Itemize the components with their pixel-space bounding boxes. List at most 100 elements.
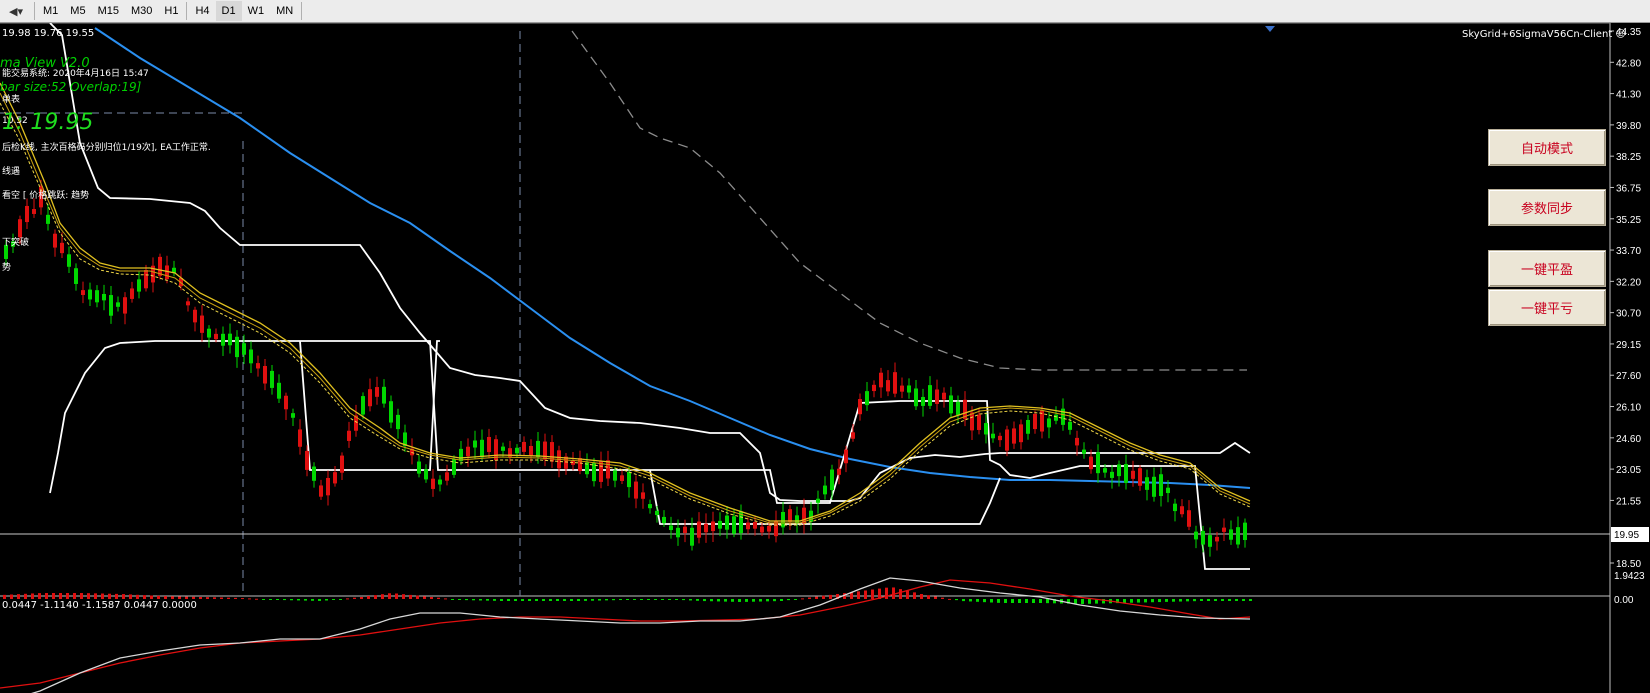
candle-bear bbox=[32, 209, 36, 214]
histogram-bar bbox=[542, 599, 545, 601]
timeframe-d1[interactable]: D1 bbox=[215, 1, 242, 21]
histogram-bar bbox=[486, 599, 489, 601]
candle-bull bbox=[1166, 487, 1170, 494]
candle-bull bbox=[1236, 527, 1240, 545]
candle-bear bbox=[347, 430, 351, 441]
timeframe-h4[interactable]: H4 bbox=[189, 1, 215, 21]
histogram-bar bbox=[227, 597, 230, 599]
histogram-bar bbox=[1186, 599, 1189, 602]
histogram-bar bbox=[682, 599, 685, 601]
toolbar-separator bbox=[301, 2, 303, 20]
histogram-bar bbox=[1221, 599, 1224, 601]
histogram-bar bbox=[87, 593, 90, 599]
close-profit-button[interactable]: 一键平盈 bbox=[1488, 250, 1606, 287]
timeframe-mn[interactable]: MN bbox=[270, 1, 299, 21]
overlay-line-9: 下突破 bbox=[2, 238, 30, 248]
candle-bear bbox=[368, 389, 372, 407]
histogram-bar bbox=[241, 598, 244, 600]
histogram-bar bbox=[374, 595, 377, 599]
histogram-bar bbox=[430, 597, 433, 599]
timeframe-m5[interactable]: M5 bbox=[64, 1, 91, 21]
histogram-bar bbox=[479, 599, 482, 601]
histogram-bar bbox=[514, 599, 517, 601]
candle-bear bbox=[970, 412, 974, 431]
candle-bull bbox=[676, 527, 680, 538]
histogram-bar bbox=[1235, 599, 1238, 601]
histogram-bar bbox=[584, 599, 587, 601]
candle-bear bbox=[340, 455, 344, 473]
histogram-bar bbox=[969, 599, 972, 602]
candle-bear bbox=[186, 301, 190, 306]
overlay-system-line: 能交易系统: 2020年4月16日 15:47 bbox=[2, 69, 149, 79]
candle-bear bbox=[711, 521, 715, 532]
histogram-bar bbox=[101, 593, 104, 599]
histogram-bar bbox=[388, 593, 391, 599]
histogram-bar bbox=[1200, 599, 1203, 601]
smiley-icon: ☺ bbox=[1615, 29, 1626, 40]
candle-bear bbox=[606, 460, 610, 479]
histogram-bar bbox=[654, 599, 657, 600]
candle-bear bbox=[634, 481, 638, 499]
histogram-bar bbox=[1165, 599, 1168, 602]
timeframe-m30[interactable]: M30 bbox=[125, 1, 158, 21]
candle-bull bbox=[1145, 477, 1149, 490]
candle-bull bbox=[1110, 471, 1114, 478]
close-loss-button[interactable]: 一键平亏 bbox=[1488, 289, 1606, 326]
histogram-bar bbox=[38, 593, 41, 599]
candle-bull bbox=[718, 520, 722, 529]
histogram-bar bbox=[73, 593, 76, 599]
candle-bear bbox=[1180, 506, 1184, 515]
candle-bull bbox=[361, 396, 365, 415]
candle-bear bbox=[466, 446, 470, 457]
candle-bull bbox=[662, 516, 666, 524]
histogram-bar bbox=[563, 599, 566, 601]
candle-bear bbox=[704, 523, 708, 533]
timeframe-h1[interactable]: H1 bbox=[158, 1, 184, 21]
candle-bear bbox=[445, 472, 449, 481]
histogram-bar bbox=[276, 599, 279, 600]
histogram-bar bbox=[549, 599, 552, 601]
candle-bull bbox=[830, 469, 834, 491]
histogram-bar bbox=[1025, 599, 1028, 603]
histogram-bar bbox=[143, 595, 146, 599]
chart-tools-icon[interactable]: ◀▾ bbox=[0, 0, 32, 22]
shift-marker-icon[interactable] bbox=[1265, 26, 1275, 32]
histogram-bar bbox=[66, 593, 69, 599]
histogram-bar bbox=[1228, 599, 1231, 601]
histogram-bar bbox=[248, 598, 251, 600]
overlay-line-8: 看空 [ 价格跳跃: 趋势 bbox=[2, 191, 90, 201]
param-sync-button[interactable]: 参数同步 bbox=[1488, 189, 1606, 226]
histogram-bar bbox=[1179, 599, 1182, 602]
histogram-bar bbox=[360, 597, 363, 599]
histogram-bar bbox=[283, 599, 286, 601]
histogram-bar bbox=[773, 599, 776, 602]
candle-bull bbox=[1054, 414, 1058, 421]
histogram-bar bbox=[913, 592, 916, 599]
histogram-bar bbox=[1158, 599, 1161, 603]
candle-bull bbox=[473, 440, 477, 448]
candle-bear bbox=[1131, 470, 1135, 479]
price-chart[interactable]: 44.3542.8041.3039.8038.2536.7535.2533.70… bbox=[0, 23, 1650, 693]
candle-bull bbox=[389, 401, 393, 423]
candle-bull bbox=[137, 279, 141, 292]
candle-bull bbox=[669, 525, 673, 531]
candle-bear bbox=[599, 461, 603, 482]
auto-mode-button[interactable]: 自动模式 bbox=[1488, 129, 1606, 166]
histogram-bar bbox=[1172, 599, 1175, 602]
histogram-bar bbox=[556, 599, 559, 601]
histogram-bar bbox=[528, 599, 531, 601]
histogram-bar bbox=[94, 593, 97, 599]
timeframe-w1[interactable]: W1 bbox=[242, 1, 271, 21]
histogram-bar bbox=[570, 599, 573, 601]
candle-bull bbox=[1103, 468, 1107, 473]
candle-bear bbox=[893, 372, 897, 394]
timeframe-m15[interactable]: M15 bbox=[92, 1, 125, 21]
histogram-bar bbox=[1004, 599, 1007, 603]
histogram-bar bbox=[24, 593, 27, 599]
candle-bear bbox=[620, 475, 624, 481]
timeframe-m1[interactable]: M1 bbox=[37, 1, 64, 21]
histogram-bar bbox=[1207, 599, 1210, 601]
histogram-bar bbox=[1046, 599, 1049, 604]
toolbar-separator bbox=[34, 2, 35, 20]
histogram-bar bbox=[185, 596, 188, 599]
